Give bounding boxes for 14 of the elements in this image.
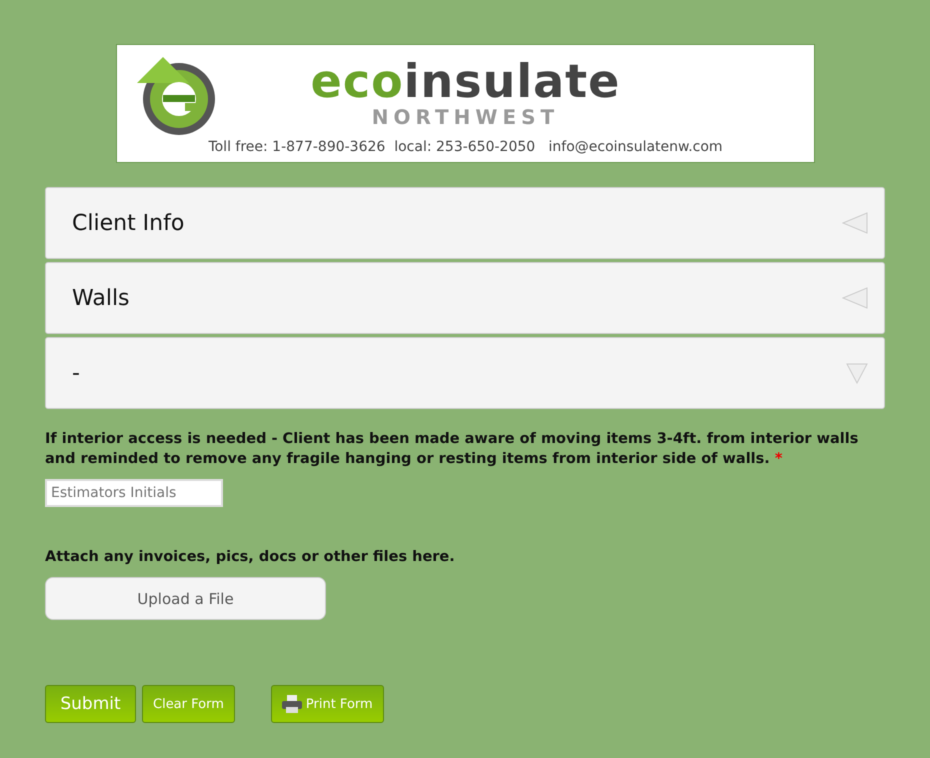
initials-field[interactable]: Estimators Initials <box>45 479 223 507</box>
expand-triangle-icon <box>846 362 868 384</box>
brand-region: NORTHWEST <box>372 107 560 127</box>
section-header[interactable]: Client Info <box>45 187 885 259</box>
section-header[interactable]: - <box>45 337 885 409</box>
contact-line: Toll free: 1-877-890-3626 local: 253-650-2050 info@ecoinsulatenw.com <box>208 139 723 155</box>
section-header[interactable]: Walls <box>45 262 885 334</box>
brand-name: ecoinsulate <box>310 55 620 107</box>
collapse-triangle-icon <box>842 212 868 234</box>
question-label: If interior access is needed - Client has been made aware of moving items 3-4ft. from interior walls and reminded to remove any fragile hanging or resting items from interior side of walls. * <box>45 430 860 469</box>
upload-button[interactable]: Upload a File <box>45 577 326 620</box>
collapse-triangle-icon <box>842 287 868 309</box>
printer-icon <box>282 695 302 713</box>
attach-label: Attach any invoices, pics, docs or other files here. <box>45 548 456 567</box>
